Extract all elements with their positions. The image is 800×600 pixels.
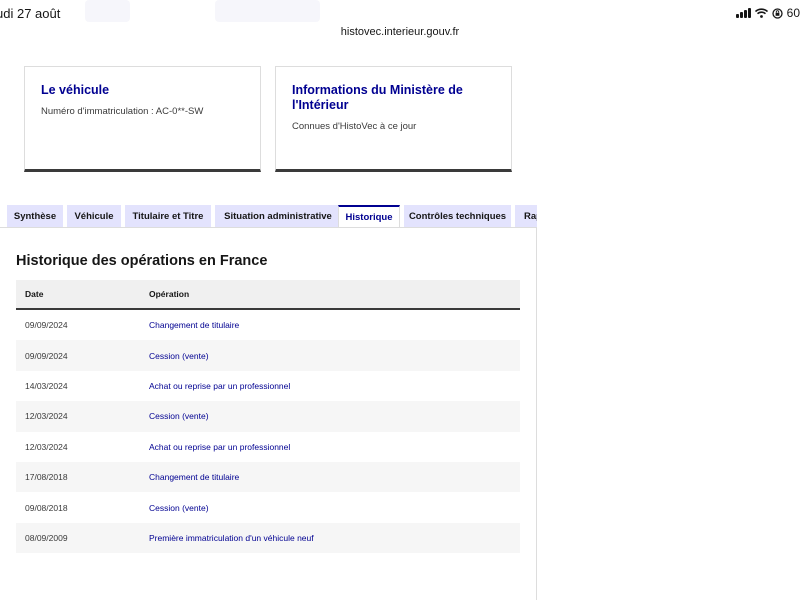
orientation-lock-icon [771, 7, 783, 19]
tab-historique[interactable]: Historique [338, 205, 400, 227]
tab-label: Rap [524, 210, 537, 222]
tab-label: Historique [345, 212, 393, 223]
blurred-header-logo [85, 0, 130, 22]
table-row: 17/08/2018 Changement de titulaire [16, 461, 520, 493]
row-operation: Achat ou reprise par un professionnel [149, 441, 291, 452]
battery-level: 60 [786, 6, 800, 20]
tab-label: Titulaire et Titre [132, 210, 204, 222]
row-operation: Cession (vente) [149, 411, 209, 422]
row-date: 09/08/2018 [25, 502, 68, 513]
tab-label: Véhicule [74, 210, 114, 222]
row-operation: Première immatriculation d'un véhicule n… [149, 532, 314, 543]
column-header-date: Date [25, 289, 44, 299]
status-bar: udi 27 août 60 [0, 0, 800, 26]
ministry-card-title: Informations du Ministère de l'Intérieur [292, 83, 463, 112]
history-title: Historique des opérations en France [16, 253, 268, 269]
cellular-signal-icon [736, 8, 751, 18]
table-row: 14/03/2024 Achat ou reprise par un profe… [16, 371, 520, 401]
status-icons: 60 [736, 6, 800, 20]
tab-titulaire-et-titre[interactable]: Titulaire et Titre [125, 205, 211, 227]
history-panel: Historique des opérations en France Date… [0, 227, 537, 600]
row-date: 14/03/2024 [25, 380, 68, 391]
tab-controles-techniques[interactable]: Contrôles techniques [404, 205, 511, 227]
tab-label: Situation administrative [224, 210, 332, 222]
url-text: histovec.interieur.gouv.fr [340, 26, 460, 38]
row-operation: Cession (vente) [149, 350, 209, 361]
vehicle-card-description: Numéro d'immatriculation : AC-0**-SW [41, 106, 204, 117]
table-row: 12/03/2024 Achat ou reprise par un profe… [16, 432, 520, 462]
row-operation: Changement de titulaire [149, 472, 240, 483]
tab-rapport-truncated[interactable]: Rap [515, 205, 537, 227]
vehicle-card: Le véhicule Numéro d'immatriculation : A… [24, 66, 261, 172]
blurred-header-banner [215, 0, 320, 22]
row-operation: Cession (vente) [149, 502, 209, 513]
tab-vehicule[interactable]: Véhicule [67, 205, 121, 227]
row-operation: Changement de titulaire [149, 320, 240, 331]
history-table: Date Opération 09/09/2024 Changement de … [16, 280, 520, 554]
row-date: 17/08/2018 [25, 472, 68, 483]
row-date: 09/09/2024 [25, 350, 68, 361]
tab-synthese[interactable]: Synthèse [7, 205, 63, 227]
row-date: 09/09/2024 [25, 320, 68, 331]
ministry-card: Informations du Ministère de l'Intérieur… [275, 66, 512, 172]
vehicle-card-title: Le véhicule [41, 83, 110, 97]
row-date: 12/03/2024 [25, 411, 68, 422]
tab-label: Contrôles techniques [408, 210, 507, 222]
row-date: 08/09/2009 [25, 532, 68, 543]
table-row: 09/09/2024 Cession (vente) [16, 340, 520, 371]
status-date: udi 27 août [0, 6, 61, 21]
table-row: 08/09/2009 Première immatriculation d'un… [16, 522, 520, 554]
wifi-icon [754, 8, 768, 18]
table-header: Date Opération [16, 280, 520, 310]
row-date: 12/03/2024 [25, 441, 68, 452]
tab-bar: Synthèse Véhicule Titulaire et Titre Sit… [7, 205, 537, 227]
ministry-card-description: Connues d'HistoVec à ce jour [292, 121, 417, 132]
table-row: 09/09/2024 Changement de titulaire [16, 310, 520, 340]
table-row: 12/03/2024 Cession (vente) [16, 401, 520, 432]
tab-label: Synthèse [13, 210, 57, 222]
column-header-operation: Opération [149, 289, 190, 299]
address-bar[interactable]: histovec.interieur.gouv.fr [0, 26, 800, 38]
table-row: 09/08/2018 Cession (vente) [16, 492, 520, 522]
tab-situation-administrative[interactable]: Situation administrative [215, 205, 341, 227]
row-operation: Achat ou reprise par un professionnel [149, 380, 291, 391]
